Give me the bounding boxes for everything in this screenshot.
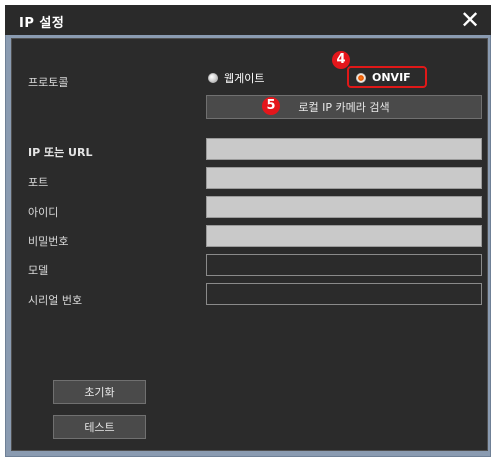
model-label: 모델 (28, 264, 49, 277)
serial-field (206, 283, 482, 305)
password-label: 비밀번호 (28, 235, 69, 248)
test-button[interactable]: 테스트 (53, 415, 146, 439)
reset-button[interactable]: 초기화 (53, 380, 146, 404)
serial-label: 시리얼 번호 (28, 294, 83, 307)
radio-off-icon (208, 73, 218, 83)
model-field (206, 254, 482, 276)
password-input[interactable] (206, 225, 482, 247)
callout-5-badge: 5 (262, 97, 280, 115)
dialog-title: IP 설정 (19, 16, 65, 31)
protocol-label: 프로토콜 (28, 76, 69, 89)
radio-onvif-label: ONVIF (372, 71, 411, 84)
test-button-label: 테스트 (84, 421, 115, 434)
radio-onvif[interactable]: ONVIF (356, 71, 411, 84)
user-id-label: 아이디 (28, 206, 59, 219)
search-local-camera-button[interactable]: 로컬 IP 카메라 검색 (206, 95, 482, 119)
reset-button-label: 초기화 (84, 386, 115, 399)
ip-url-label: IP 또는 URL (28, 146, 93, 159)
user-id-input[interactable] (206, 196, 482, 218)
radio-webgate[interactable]: 웹게이트 (208, 70, 264, 86)
close-icon[interactable]: ✕ (457, 6, 483, 34)
ip-url-input[interactable] (206, 138, 482, 160)
title-bar: IP 설정 ✕ (5, 5, 491, 35)
port-input[interactable] (206, 167, 482, 189)
search-local-camera-label: 로컬 IP 카메라 검색 (298, 101, 390, 114)
radio-on-icon (356, 72, 366, 83)
radio-webgate-label: 웹게이트 (224, 72, 265, 85)
port-label: 포트 (28, 176, 49, 189)
callout-4-badge: 4 (332, 51, 350, 69)
